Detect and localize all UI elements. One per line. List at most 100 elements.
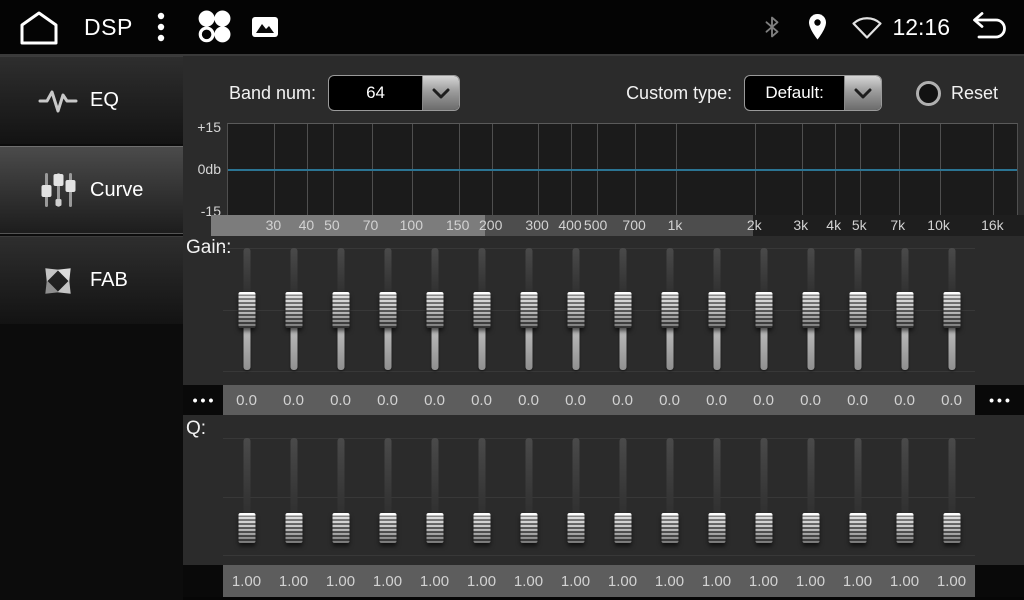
gain-values-row: ••• 0.00.00.00.00.00.00.00.00.00.00.00.0… (183, 385, 1024, 415)
freq-tick-label: 700 (622, 215, 645, 236)
slider-track-bottom (525, 324, 532, 370)
slider-knob[interactable] (285, 292, 302, 328)
gain-slider[interactable] (799, 248, 823, 372)
slider-knob[interactable] (661, 292, 678, 328)
slider-knob[interactable] (943, 513, 960, 543)
slider-knob[interactable] (755, 292, 772, 328)
slider-knob[interactable] (473, 513, 490, 543)
q-value: 1.00 (411, 565, 458, 597)
slider-knob[interactable] (285, 513, 302, 543)
scroll-bands-right-button[interactable]: ••• (975, 385, 1024, 415)
gain-slider[interactable] (846, 248, 870, 372)
q-value: 1.00 (270, 565, 317, 597)
gain-slider[interactable] (564, 248, 588, 372)
back-icon[interactable] (964, 11, 1010, 43)
slider-knob[interactable] (426, 292, 443, 328)
q-slider[interactable] (705, 438, 729, 556)
slider-knob[interactable] (849, 292, 866, 328)
slider-knob[interactable] (332, 513, 349, 543)
q-slider[interactable] (564, 438, 588, 556)
slider-knob[interactable] (238, 513, 255, 543)
zero-db-curve (228, 169, 1017, 171)
slider-track-top (384, 248, 391, 296)
slider-knob[interactable] (614, 513, 631, 543)
freq-tick-label: 150 (446, 215, 469, 236)
freq-tick-label: 4k (826, 215, 841, 236)
slider-knob[interactable] (802, 292, 819, 328)
gain-slider[interactable] (329, 248, 353, 372)
slider-track-top (901, 248, 908, 296)
q-slider[interactable] (282, 438, 306, 556)
clover-apps-icon[interactable] (195, 8, 233, 46)
q-slider[interactable] (470, 438, 494, 556)
q-slider[interactable] (235, 438, 259, 556)
freq-strip-labels: 304050701001502003004005007001k2k3k4k5k7… (211, 215, 1024, 236)
q-row-left-spacer (183, 565, 223, 597)
chevron-down-icon (844, 76, 881, 110)
slider-knob[interactable] (520, 292, 537, 328)
gain-slider[interactable] (705, 248, 729, 372)
slider-knob[interactable] (567, 513, 584, 543)
q-slider[interactable] (893, 438, 917, 556)
slider-knob[interactable] (614, 292, 631, 328)
gain-slider[interactable] (282, 248, 306, 372)
slider-knob[interactable] (896, 513, 913, 543)
gain-slider[interactable] (658, 248, 682, 372)
q-slider[interactable] (329, 438, 353, 556)
slider-knob[interactable] (379, 292, 396, 328)
slider-knob[interactable] (238, 292, 255, 328)
gain-slider[interactable] (235, 248, 259, 372)
q-slider[interactable] (846, 438, 870, 556)
sidebar-item-eq[interactable]: EQ (0, 56, 183, 144)
slider-knob[interactable] (661, 513, 678, 543)
slider-track-top (337, 248, 344, 296)
gain-value: 0.0 (458, 385, 505, 415)
gain-slider[interactable] (940, 248, 964, 372)
slider-knob[interactable] (708, 292, 725, 328)
q-slider[interactable] (752, 438, 776, 556)
home-icon[interactable] (14, 7, 64, 47)
gain-slider[interactable] (470, 248, 494, 372)
slider-knob[interactable] (567, 292, 584, 328)
scroll-bands-left-button[interactable]: ••• (183, 385, 223, 415)
reset-radio[interactable] (916, 81, 941, 106)
slider-knob[interactable] (755, 513, 772, 543)
slider-knob[interactable] (802, 513, 819, 543)
custom-type-label: Custom type: (626, 83, 732, 104)
q-slider[interactable] (423, 438, 447, 556)
q-slider[interactable] (658, 438, 682, 556)
controls-row: Band num: 64 Custom type: Default: (183, 70, 1024, 116)
grid-vline (635, 124, 636, 220)
gain-slider[interactable] (893, 248, 917, 372)
slider-knob[interactable] (379, 513, 396, 543)
slider-knob[interactable] (849, 513, 866, 543)
gain-slider[interactable] (752, 248, 776, 372)
grid-vline (940, 124, 941, 220)
q-slider[interactable] (799, 438, 823, 556)
grid-vline (597, 124, 598, 220)
slider-knob[interactable] (708, 513, 725, 543)
band-num-select[interactable]: 64 (328, 75, 460, 111)
slider-knob[interactable] (896, 292, 913, 328)
slider-knob[interactable] (520, 513, 537, 543)
gallery-icon[interactable] (251, 15, 279, 39)
sidebar-item-fab[interactable]: FAB (0, 236, 183, 324)
overflow-menu-icon[interactable] (157, 11, 165, 43)
custom-type-select[interactable]: Default: (744, 75, 882, 111)
gain-slider[interactable] (376, 248, 400, 372)
q-slider[interactable] (376, 438, 400, 556)
freq-tick-label: 70 (363, 215, 379, 236)
q-slider[interactable] (517, 438, 541, 556)
gain-slider[interactable] (611, 248, 635, 372)
slider-knob[interactable] (943, 292, 960, 328)
q-values-row: 1.001.001.001.001.001.001.001.001.001.00… (183, 565, 1024, 597)
q-slider[interactable] (940, 438, 964, 556)
sidebar-item-curve[interactable]: Curve (0, 146, 183, 234)
q-slider[interactable] (611, 438, 635, 556)
gain-slider[interactable] (517, 248, 541, 372)
slider-knob[interactable] (332, 292, 349, 328)
gain-slider[interactable] (423, 248, 447, 372)
slider-knob[interactable] (473, 292, 490, 328)
slider-knob[interactable] (426, 513, 443, 543)
slider-track-top (619, 438, 626, 517)
